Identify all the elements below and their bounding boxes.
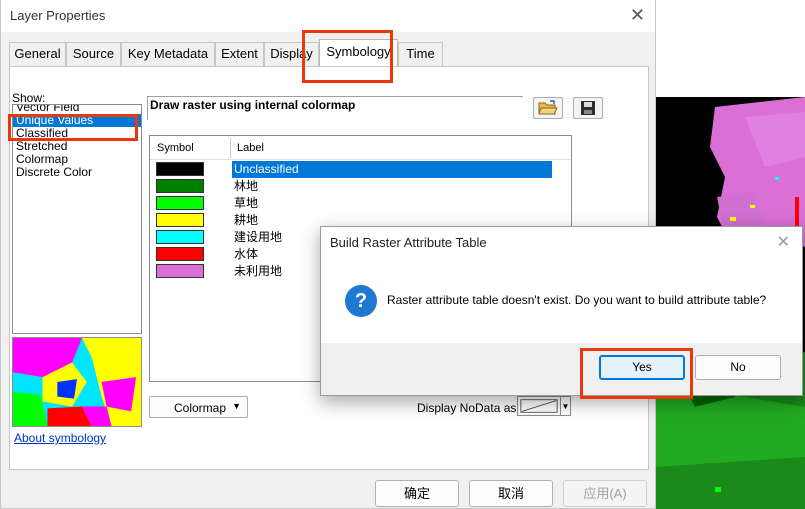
column-header-symbol[interactable]: Symbol bbox=[157, 142, 194, 154]
tab-extent[interactable]: Extent bbox=[215, 42, 264, 66]
floppy-disk-icon bbox=[581, 101, 595, 115]
folder-open-icon bbox=[538, 100, 558, 115]
save-button[interactable] bbox=[573, 97, 603, 119]
symbol-swatch[interactable] bbox=[156, 162, 204, 176]
colormap-button-label: Colormap bbox=[174, 401, 227, 415]
show-item-discrete-color[interactable]: Discrete Color bbox=[13, 166, 141, 179]
question-icon: ? bbox=[345, 285, 377, 317]
class-label[interactable]: 建设用地 bbox=[232, 229, 282, 246]
class-label[interactable]: 耕地 bbox=[232, 212, 258, 229]
build-attribute-table-dialog: Build Raster Attribute Table ✕ ? Raster … bbox=[320, 226, 803, 396]
tab-source[interactable]: Source bbox=[66, 42, 121, 66]
apply-button[interactable]: 应用(A) bbox=[563, 480, 647, 507]
column-divider bbox=[230, 138, 231, 158]
tab-display[interactable]: Display bbox=[264, 42, 319, 66]
symbol-swatch[interactable] bbox=[156, 179, 204, 193]
tab-time[interactable]: Time bbox=[398, 42, 443, 66]
show-list[interactable]: Vector Field Unique Values Classified St… bbox=[12, 104, 142, 334]
tab-general[interactable]: General bbox=[9, 42, 66, 66]
dialog-title: Build Raster Attribute Table bbox=[330, 235, 487, 250]
window-titlebar: Layer Properties ✕ bbox=[1, 0, 655, 32]
class-label[interactable]: 林地 bbox=[232, 178, 258, 195]
table-row[interactable]: 草地 bbox=[150, 195, 571, 212]
symbology-preview-image bbox=[12, 337, 142, 427]
open-button[interactable] bbox=[533, 97, 563, 119]
class-label[interactable]: 草地 bbox=[232, 195, 258, 212]
class-label[interactable]: 未利用地 bbox=[232, 263, 282, 280]
display-nodata-label: Display NoData as bbox=[417, 401, 517, 415]
dialog-close-icon[interactable]: ✕ bbox=[777, 232, 790, 252]
table-header: Symbol Label bbox=[150, 136, 571, 160]
close-icon[interactable]: ✕ bbox=[630, 6, 645, 24]
nodata-color-swatch[interactable] bbox=[517, 396, 561, 416]
tab-key-metadata[interactable]: Key Metadata bbox=[121, 42, 215, 66]
show-label: Show: bbox=[12, 91, 46, 105]
class-label[interactable]: Unclassified bbox=[232, 161, 552, 178]
symbol-swatch[interactable] bbox=[156, 196, 204, 210]
table-row[interactable]: Unclassified bbox=[150, 161, 571, 178]
table-row[interactable]: 林地 bbox=[150, 178, 571, 195]
dropdown-arrow-icon: ▼ bbox=[232, 401, 241, 411]
symbol-swatch[interactable] bbox=[156, 264, 204, 278]
ok-button[interactable]: 确定 bbox=[375, 480, 459, 507]
screen: Layer Properties ✕ General Source Key Me… bbox=[0, 0, 805, 509]
cancel-button[interactable]: 取消 bbox=[469, 480, 553, 507]
yes-button[interactable]: Yes bbox=[599, 355, 685, 380]
no-button[interactable]: No bbox=[695, 355, 781, 380]
tab-symbology[interactable]: Symbology bbox=[319, 39, 398, 67]
nodata-dropdown-arrow-icon[interactable]: ▼ bbox=[561, 396, 571, 416]
symbol-swatch[interactable] bbox=[156, 230, 204, 244]
symbol-swatch[interactable] bbox=[156, 247, 204, 261]
symbol-swatch[interactable] bbox=[156, 213, 204, 227]
window-title: Layer Properties bbox=[10, 8, 106, 23]
dialog-message: Raster attribute table doesn't exist. Do… bbox=[387, 293, 767, 307]
about-symbology-link[interactable]: About symbology bbox=[14, 431, 106, 445]
colormap-dropdown-button[interactable]: Colormap ▼ bbox=[149, 396, 248, 418]
renderer-description: Draw raster using internal colormap bbox=[147, 96, 523, 120]
column-header-label[interactable]: Label bbox=[237, 142, 264, 154]
class-label[interactable]: 水体 bbox=[232, 246, 258, 263]
